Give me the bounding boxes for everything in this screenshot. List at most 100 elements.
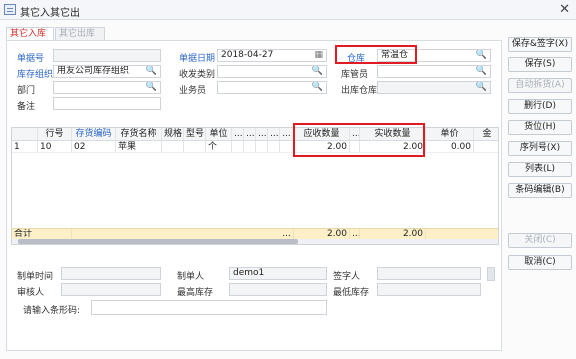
col-unit[interactable]: 单位 xyxy=(206,128,232,140)
detail-grid: 行号 存货编码 存货名称 规格 型号 单位 ... ... ... ... ..… xyxy=(11,127,499,245)
col-spec[interactable]: 规格 xyxy=(162,128,184,140)
col-inv-code[interactable]: 存货编码 xyxy=(72,128,116,140)
doc-no-label: 单据号 xyxy=(17,54,45,64)
cell-hidden-3[interactable] xyxy=(256,141,268,152)
auditor-field[interactable] xyxy=(61,283,161,296)
cell-hidden-4[interactable] xyxy=(268,141,280,152)
doc-no-field[interactable] xyxy=(53,49,161,62)
search-icon[interactable]: 🔍 xyxy=(312,82,323,93)
tab-other-inbound[interactable]: 其它入库单 xyxy=(6,27,54,52)
max-stock-label: 最高库存 xyxy=(177,288,214,298)
min-stock-label: 最低库存 xyxy=(333,288,370,298)
search-icon[interactable]: 🔍 xyxy=(476,66,487,77)
col-inv-name[interactable]: 存货名称 xyxy=(116,128,162,140)
list-button[interactable]: 列表(L) xyxy=(508,162,572,177)
signer-field[interactable] xyxy=(377,267,481,280)
col-hidden-4[interactable]: ... xyxy=(268,128,280,140)
col-line-no[interactable]: 行号 xyxy=(38,128,72,140)
stock-org-field[interactable]: 用友公司库存组织 🔍 xyxy=(53,65,161,78)
cell-line-no[interactable]: 10 xyxy=(38,141,72,152)
title-bar: 其它入其它出 ✕ xyxy=(0,0,576,20)
cancel-button[interactable]: 取消(C) xyxy=(508,255,572,270)
search-icon[interactable]: 🔍 xyxy=(476,50,487,61)
location-button[interactable]: 货位(H) xyxy=(508,120,572,135)
search-icon[interactable]: 🔍 xyxy=(312,66,323,77)
cell-inv-name[interactable]: 苹果 xyxy=(116,141,162,152)
window-icon xyxy=(4,4,16,15)
search-icon[interactable]: 🔍 xyxy=(476,82,487,93)
cell-price[interactable]: 0.00 xyxy=(426,141,474,152)
cell-amount[interactable] xyxy=(474,141,498,152)
doc-date-field[interactable]: 2018-04-27 ▦ xyxy=(217,49,327,62)
cell-spec[interactable] xyxy=(162,141,184,152)
delete-row-button[interactable]: 删行(D) xyxy=(508,99,572,114)
make-time-field[interactable] xyxy=(61,267,161,280)
vertical-scrollbar[interactable] xyxy=(487,267,495,281)
dept-field[interactable]: 🔍 xyxy=(53,81,161,94)
form-panel: 单据号 单据日期 2018-04-27 ▦ 仓库 常温仓 🔍 库存组织 用友公司… xyxy=(6,40,502,351)
cell-hidden-1[interactable] xyxy=(232,141,244,152)
cell-unit[interactable]: 个 xyxy=(206,141,232,152)
row-index: 1 xyxy=(12,141,38,152)
col-hidden-1[interactable]: ... xyxy=(232,128,244,140)
total-ellipsis-1: ... xyxy=(280,229,294,239)
window-title: 其它入其它出 xyxy=(20,8,80,19)
doc-date-label: 单据日期 xyxy=(179,54,216,64)
auto-split-button[interactable]: 自动拆货(A) xyxy=(508,78,572,93)
barcode-input[interactable] xyxy=(91,300,327,315)
col-hidden-5[interactable]: ... xyxy=(280,128,294,140)
table-row[interactable]: 1 10 02 苹果 个 2.00 2.00 0.00 xyxy=(12,141,498,153)
col-amount[interactable]: 金 xyxy=(474,128,498,140)
make-time-label: 制单时间 xyxy=(17,272,54,282)
maker-field[interactable]: demo1 xyxy=(229,267,327,280)
highlight-warehouse xyxy=(335,45,417,64)
receive-type-field[interactable]: 🔍 xyxy=(217,65,327,78)
barcode-label: 请输入条形码: xyxy=(23,306,81,316)
stock-org-label: 库存组织 xyxy=(17,70,54,80)
serial-number-button[interactable]: 序列号(X) xyxy=(508,141,572,156)
total-label: 合计 xyxy=(12,229,72,239)
cell-model[interactable] xyxy=(184,141,206,152)
search-icon[interactable]: 🔍 xyxy=(146,66,157,77)
save-button[interactable]: 保存(S) xyxy=(508,57,572,72)
grid-header: 行号 存货编码 存货名称 规格 型号 单位 ... ... ... ... ..… xyxy=(12,128,498,141)
horizontal-scrollbar[interactable] xyxy=(12,239,498,244)
total-ellipsis-2: ... xyxy=(352,229,360,239)
scrollbar-thumb[interactable] xyxy=(18,239,298,244)
close-icon[interactable]: ✕ xyxy=(559,2,570,17)
keeper-label: 库管员 xyxy=(341,70,369,80)
doc-date-value: 2018-04-27 xyxy=(221,50,274,60)
save-sign-button[interactable]: 保存&签字(X) xyxy=(508,37,572,52)
highlight-quantities xyxy=(293,123,425,157)
cell-hidden-2[interactable] xyxy=(244,141,256,152)
remark-field[interactable] xyxy=(53,97,161,110)
salesman-label: 业务员 xyxy=(179,86,207,96)
col-idx xyxy=(12,128,38,140)
dept-label: 部门 xyxy=(17,86,36,96)
keeper-field[interactable]: 🔍 xyxy=(377,65,491,78)
auditor-label: 审核人 xyxy=(17,288,45,298)
stock-org-value: 用友公司库存组织 xyxy=(57,66,130,76)
barcode-edit-button[interactable]: 条码编辑(B) xyxy=(508,183,572,198)
col-model[interactable]: 型号 xyxy=(184,128,206,140)
maker-label: 制单人 xyxy=(177,272,205,282)
cell-hidden-5[interactable] xyxy=(280,141,294,152)
close-button[interactable]: 关闭(C) xyxy=(508,233,572,248)
col-hidden-2[interactable]: ... xyxy=(244,128,256,140)
salesman-field[interactable]: 🔍 xyxy=(217,81,327,94)
total-row: 合计 ... 2.00 ... 2.00 xyxy=(12,228,498,239)
min-stock-field[interactable] xyxy=(377,283,481,296)
remark-label: 备注 xyxy=(17,102,36,112)
max-stock-field[interactable] xyxy=(229,283,327,296)
signer-label: 签字人 xyxy=(333,272,361,282)
receive-type-label: 收发类别 xyxy=(179,70,216,80)
out-warehouse-field[interactable]: 🔍 xyxy=(377,81,491,94)
col-price[interactable]: 单价 xyxy=(426,128,474,140)
cell-inv-code[interactable]: 02 xyxy=(72,141,116,152)
tab-other-outbound[interactable]: 其它出库单 xyxy=(55,27,105,52)
search-icon[interactable]: 🔍 xyxy=(146,82,157,93)
out-warehouse-label: 出库仓库 xyxy=(341,86,378,96)
col-hidden-3[interactable]: ... xyxy=(256,128,268,140)
total-due-qty: 2.00 xyxy=(294,229,350,239)
calendar-icon[interactable]: ▦ xyxy=(314,50,323,61)
